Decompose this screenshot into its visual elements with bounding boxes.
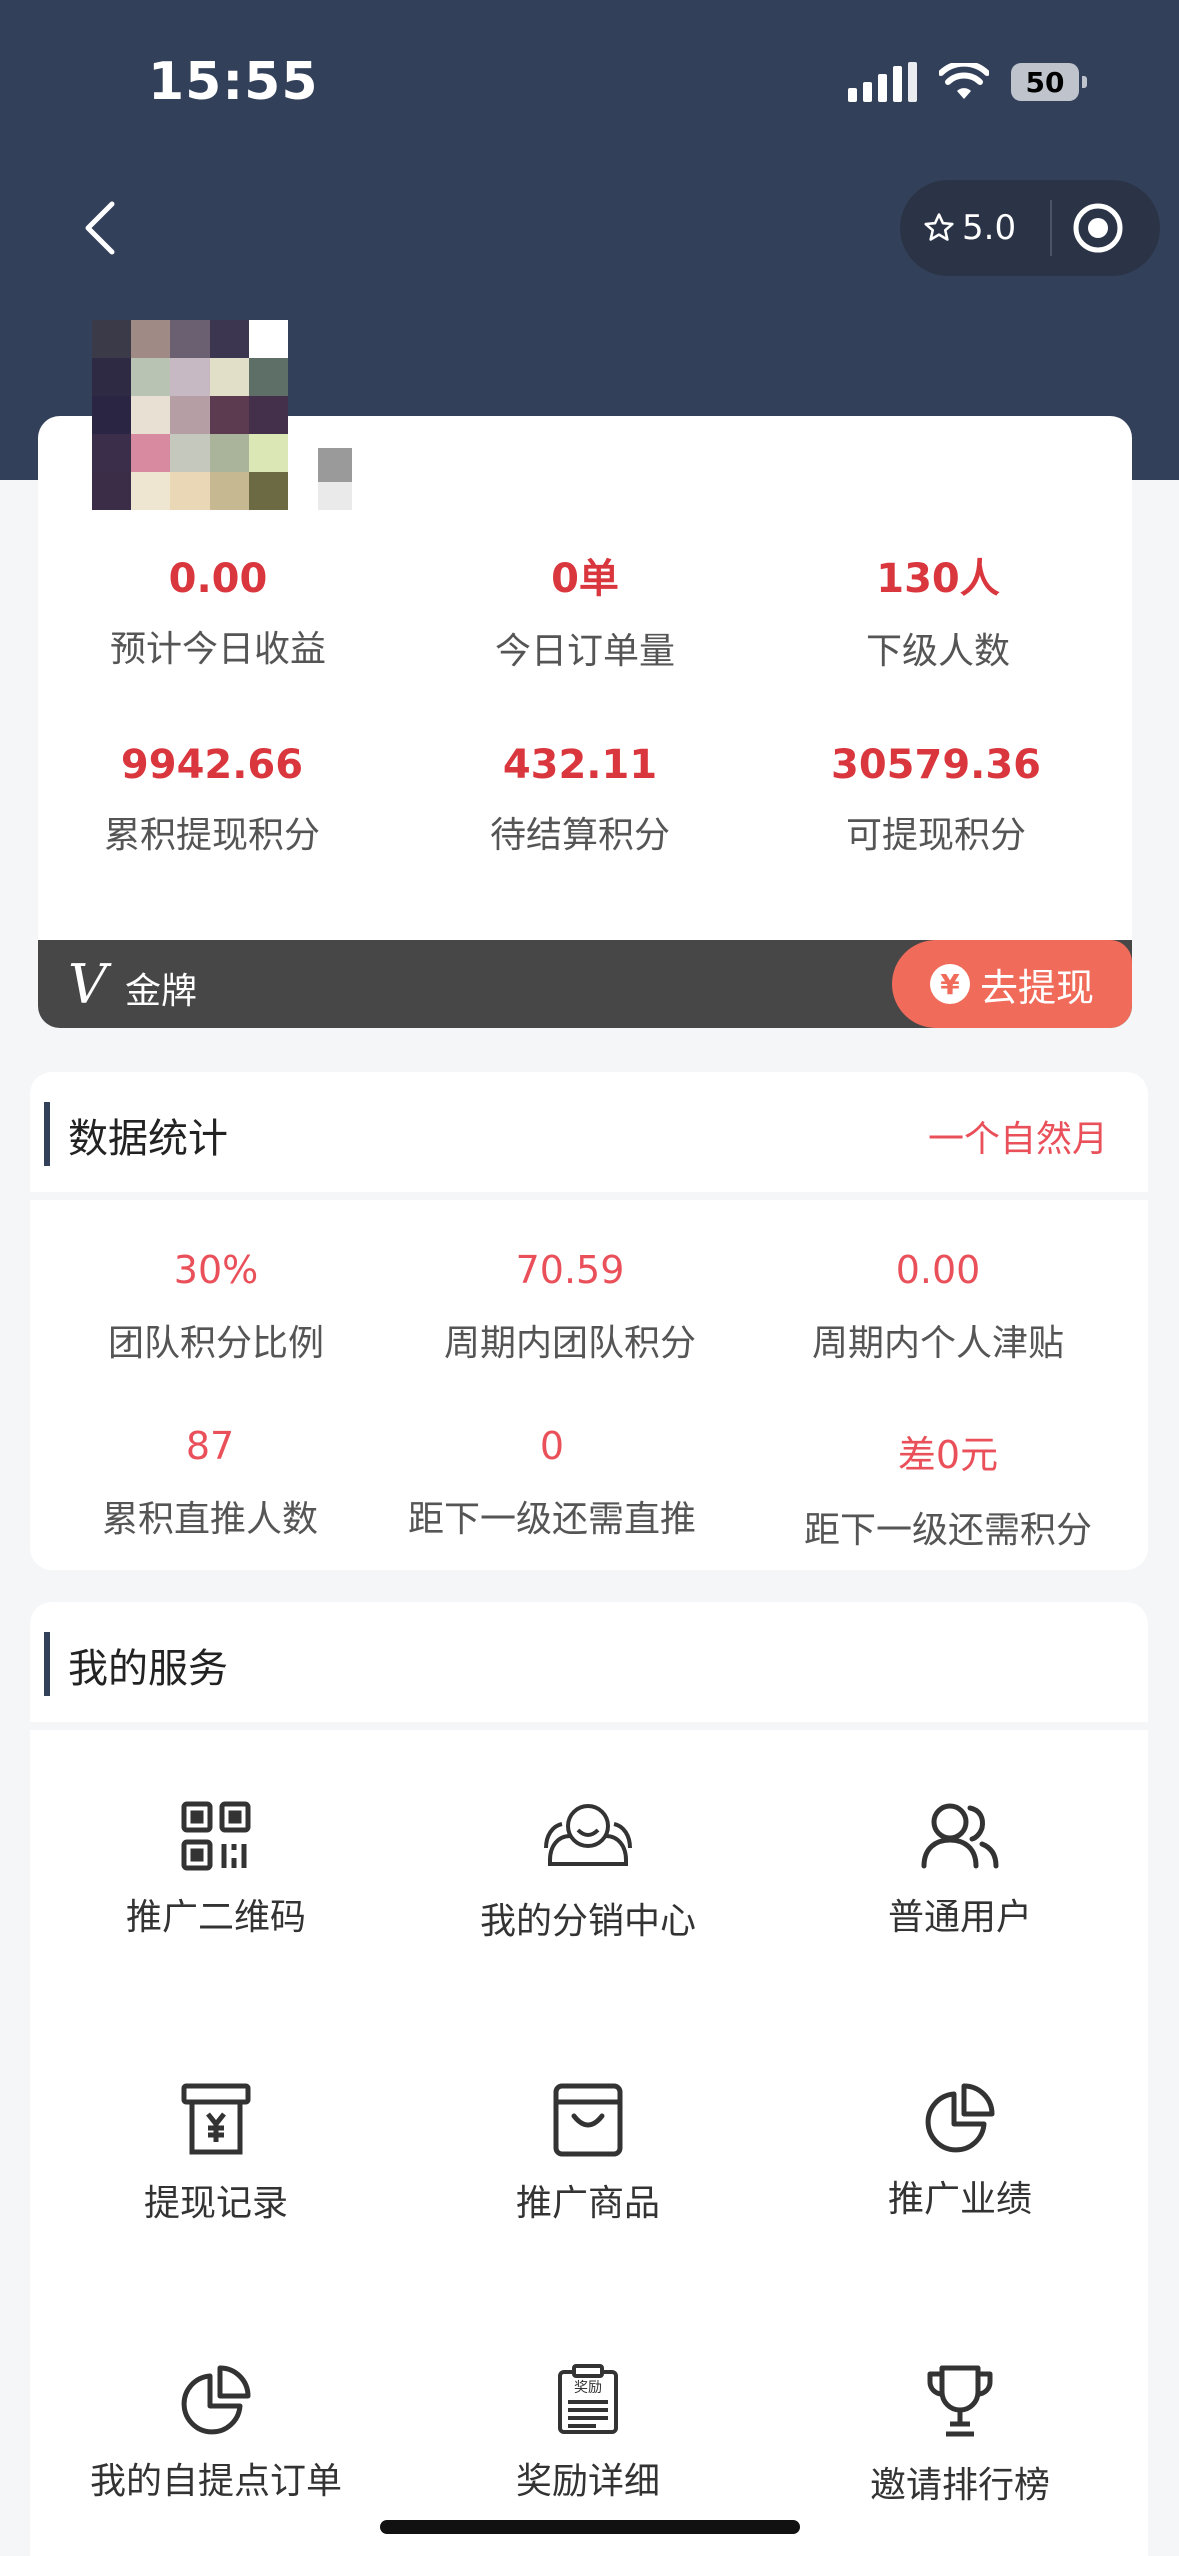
section-title: 数据统计 [68,1116,228,1162]
service-qrcode[interactable]: 推广二维码 [30,1800,402,1940]
battery-icon: 50 [1011,63,1087,101]
stat-needed-points: 差0元 距下一级还需积分 [762,1424,1134,1553]
stat-team-points: 70.59 周期内团队积分 [384,1248,756,1366]
stat-label: 距下一级还需积分 [803,1510,1092,1551]
stat-value: 130人 [876,556,1000,602]
pie-chart-icon [925,2083,995,2153]
username-blurred [318,448,352,482]
close-target-icon[interactable] [1070,200,1126,256]
service-pickup-orders[interactable]: 我的自提点订单 [30,2364,402,2504]
star-icon [924,213,954,241]
service-distribution-center[interactable]: 我的分销中心 [402,1800,774,1944]
data-stats-header: 数据统计 一个自然月 [30,1072,1148,1192]
back-arrow-icon[interactable] [80,200,120,256]
service-regular-users[interactable]: 普通用户 [774,1800,1146,1940]
stat-label: 可提现积分 [845,815,1026,856]
rating-button[interactable]: 5.0 [900,208,1042,248]
users-icon [921,1803,999,1869]
stat-label: 累积提现积分 [103,815,320,856]
distribution-center-icon [544,1804,632,1866]
service-label: 推广业绩 [887,2179,1032,2220]
stat-personal-allowance: 0.00 周期内个人津贴 [752,1248,1124,1366]
stat-label: 今日订单量 [494,631,675,672]
trophy-icon [927,2365,993,2437]
stat-label: 累积直推人数 [101,1499,318,1540]
service-label: 我的自提点订单 [89,2461,342,2502]
service-label: 奖励详细 [515,2461,660,2502]
vip-bar: V 金牌 ¥ 去提现 [38,940,1132,1028]
stat-value: 87 [185,1424,235,1468]
service-label: 提现记录 [143,2183,288,2224]
stat-label: 距下一级还需直推 [407,1499,696,1540]
service-invite-ranking[interactable]: 邀请排行榜 [774,2364,1146,2508]
withdraw-label: 去提现 [979,965,1094,1010]
stat-needed-referrals: 0 距下一级还需直推 [366,1424,738,1542]
qrcode-icon [181,1801,251,1871]
stat-value: 0单 [551,556,619,602]
section-title: 我的服务 [68,1646,228,1692]
stat-value: 432.11 [502,742,658,788]
status-icons: 50 [848,62,1087,102]
stat-subordinates[interactable]: 130人 下级人数 [758,546,1118,674]
section-accent-bar [44,1102,50,1166]
username-blurred-2 [318,482,352,510]
service-promotion-performance[interactable]: 推广业绩 [774,2082,1146,2222]
capsule-divider [1050,200,1052,256]
stat-value: 差0元 [897,1433,999,1477]
withdraw-button[interactable]: ¥ 去提现 [892,940,1132,1028]
yen-icon: ¥ [929,964,970,1004]
stat-label: 周期内个人津贴 [811,1323,1064,1364]
services-header: 我的服务 [30,1602,1148,1722]
service-label: 推广二维码 [125,1897,306,1938]
stat-today-earnings[interactable]: 0.00 预计今日收益 [38,556,398,672]
stat-value: 70.59 [515,1248,625,1292]
period-selector[interactable]: 一个自然月 [928,1110,1108,1162]
stat-team-ratio: 30% 团队积分比例 [30,1248,402,1366]
stat-direct-referrals: 87 累积直推人数 [24,1424,396,1542]
signal-icon [848,62,917,102]
stat-label: 下级人数 [865,631,1010,672]
stat-value: 30% [173,1248,259,1292]
service-label: 我的分销中心 [479,1901,696,1942]
service-promoted-products[interactable]: 推广商品 [402,2082,774,2226]
section-accent-bar [44,1632,50,1696]
mini-program-capsule: 5.0 [900,180,1160,276]
service-label: 普通用户 [887,1897,1032,1938]
stat-value: 9942.66 [120,742,304,788]
pie-chart-icon [181,2365,251,2435]
service-withdraw-records[interactable]: 提现记录 [30,2082,402,2226]
stat-value: 0 [539,1424,565,1468]
service-reward-details[interactable]: 奖励 奖励详细 [402,2364,774,2504]
status-time: 15:55 [148,52,319,112]
data-stats-body: 30% 团队积分比例 70.59 周期内团队积分 0.00 周期内个人津贴 87… [30,1200,1148,1570]
stat-pending[interactable]: 432.11 待结算积分 [400,742,760,858]
services-body: 推广二维码 我的分销中心 普通用户 提现记录 推广商品 推广业绩 我的自提点订单… [30,1730,1148,2556]
stat-withdrawable[interactable]: 30579.36 可提现积分 [756,742,1116,858]
stat-label: 待结算积分 [489,815,670,856]
stat-value: 0.00 [895,1248,981,1292]
stat-label: 团队积分比例 [107,1323,324,1364]
rating-value: 5.0 [962,208,1017,248]
stat-label: 周期内团队积分 [443,1323,696,1364]
vip-level-label: 金牌 [125,971,198,1012]
service-label: 邀请排行榜 [869,2465,1050,2506]
stat-value: 30579.36 [830,742,1042,788]
home-indicator[interactable] [380,2520,800,2534]
reward-icon-text: 奖励 [574,2379,602,2396]
withdraw-record-icon [181,2083,251,2155]
avatar[interactable] [92,320,288,510]
service-label: 推广商品 [515,2183,660,2224]
wifi-icon [939,63,989,99]
stat-total-withdrawn[interactable]: 9942.66 累积提现积分 [38,742,392,858]
stat-value: 0.00 [168,556,268,602]
stat-today-orders[interactable]: 0单 今日订单量 [405,546,765,674]
stat-label: 预计今日收益 [109,629,326,670]
vip-logo: V [68,952,107,1016]
reward-detail-icon: 奖励 [558,2364,618,2434]
shopping-bag-icon [553,2083,623,2157]
